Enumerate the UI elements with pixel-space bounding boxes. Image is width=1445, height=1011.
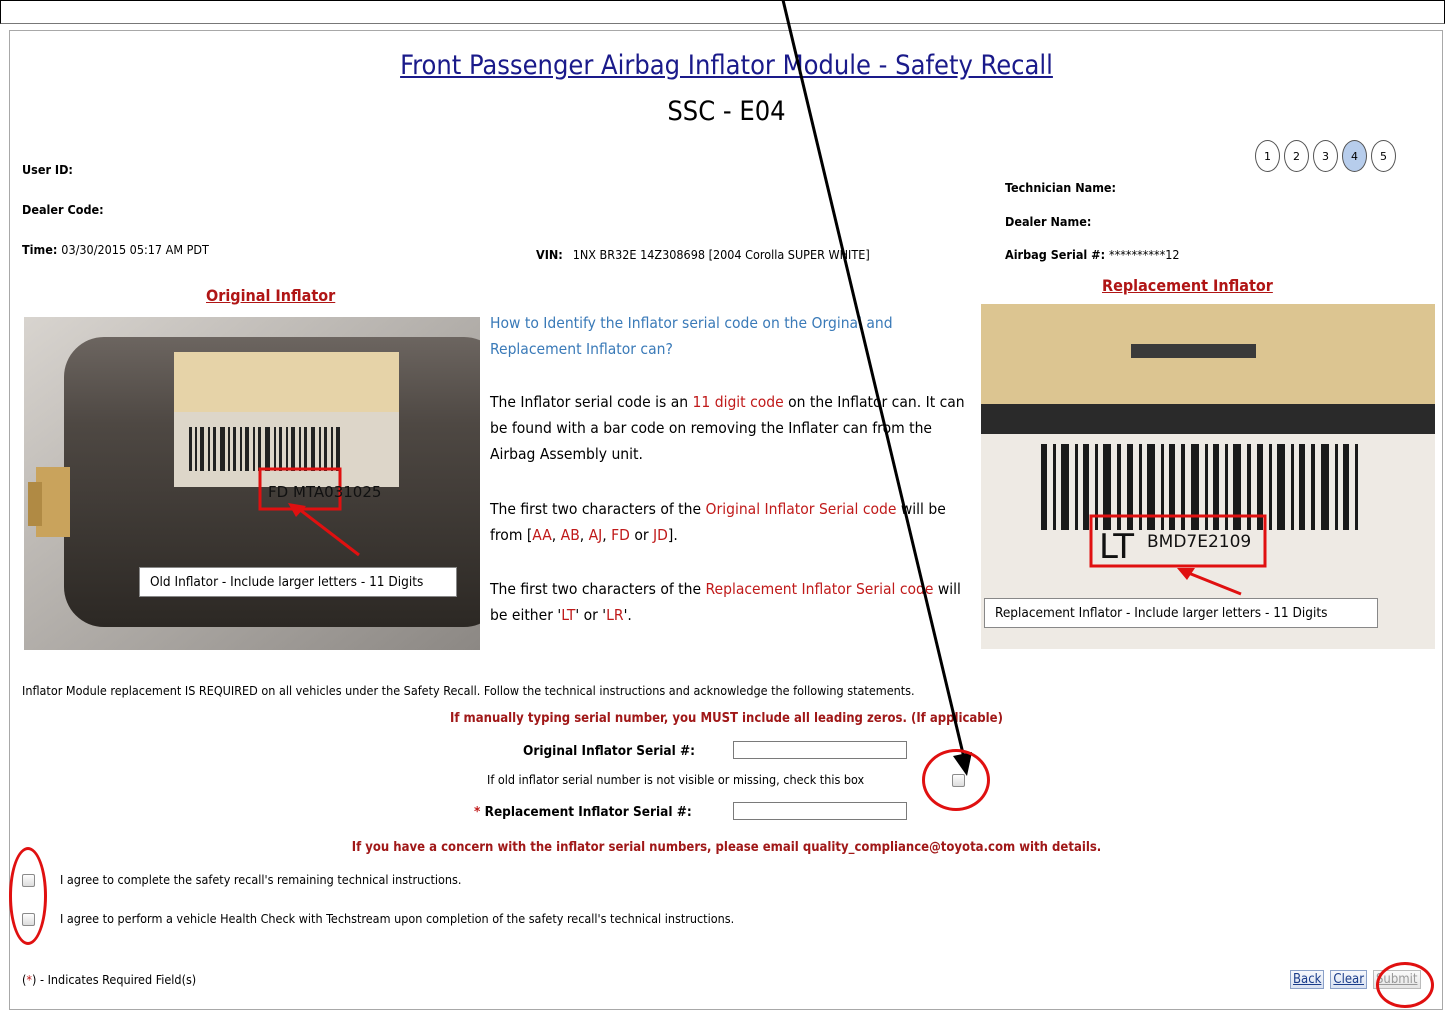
step-5[interactable]: 5 xyxy=(1371,140,1396,172)
back-button[interactable]: Back xyxy=(1290,970,1325,989)
help-question: How to Identify the Inflator serial code… xyxy=(490,314,893,358)
replacement-serial-label: Replacement Inflator Serial #: xyxy=(484,804,692,820)
replacement-inflator-heading: Replacement Inflator xyxy=(1102,276,1273,295)
help-paragraph-3: The first two characters of the Replacem… xyxy=(490,576,970,628)
missing-serial-label: If old inflator serial number is not vis… xyxy=(487,772,865,787)
time-value: 03/30/2015 05:17 AM PDT xyxy=(61,242,209,257)
time-label: Time: xyxy=(22,242,58,257)
replacement-code-prefix: LT xyxy=(1099,527,1134,567)
original-code-text: FD MTA031025 xyxy=(268,483,381,501)
annotation-circle-missing-checkbox xyxy=(922,749,990,811)
annotation-circle-submit xyxy=(1376,962,1434,1008)
step-indicator: 1 2 3 4 5 xyxy=(1255,140,1396,172)
replacement-code-text: BMD7E2109 xyxy=(1147,532,1251,552)
required-note-text: ) - Indicates Required Field(s) xyxy=(32,972,197,987)
required-asterisk: * xyxy=(474,804,481,820)
help-p3-text: The first two characters of the xyxy=(490,580,706,598)
leading-zero-warning: If manually typing serial number, you MU… xyxy=(450,711,1003,726)
help-p1-text: The Inflator serial code is an xyxy=(490,393,693,411)
original-inflator-heading: Original Inflator xyxy=(206,286,336,305)
annotation-ellipse-agree-checkboxes xyxy=(9,847,47,945)
instruction-text: Inflator Module replacement IS REQUIRED … xyxy=(22,683,915,698)
help-p3-or: ' or ' xyxy=(575,606,607,624)
clear-button[interactable]: Clear xyxy=(1330,970,1367,989)
airbag-serial-value: **********12 xyxy=(1109,247,1180,262)
vin-value: 1NX BR32E 14Z308698 [2004 Corolla SUPER … xyxy=(572,247,870,262)
user-id-label: User ID: xyxy=(22,162,73,177)
original-serial-input[interactable] xyxy=(733,741,907,759)
original-inflator-image: FD MTA031025 xyxy=(24,317,480,650)
vin-row: VIN: 1NX BR32E 14Z308698 [2004 Corolla S… xyxy=(536,247,870,262)
help-code-aj: AJ xyxy=(588,526,603,544)
help-code-aa: AA xyxy=(532,526,552,544)
replacement-inflator-photo: LT BMD7E2109 Replacement Inflator - Incl… xyxy=(981,304,1435,649)
help-p1-highlight: 11 digit code xyxy=(692,393,784,411)
help-paragraph-1: The Inflator serial code is an 11 digit … xyxy=(490,389,970,467)
required-field-note: (*) - Indicates Required Field(s) xyxy=(22,972,196,987)
original-inflator-photo: FD MTA031025 Old Inflator - Include larg… xyxy=(24,317,480,650)
help-p3-highlight: Replacement Inflator Serial code xyxy=(705,580,934,598)
help-p2-text-end: ]. xyxy=(667,526,678,544)
help-paragraph-2: The first two characters of the Original… xyxy=(490,500,946,544)
airbag-serial-row: Airbag Serial #: **********12 xyxy=(1005,247,1180,262)
browser-top-strip xyxy=(0,0,1445,24)
step-2[interactable]: 2 xyxy=(1284,140,1309,172)
replacement-serial-label-row: * Replacement Inflator Serial #: xyxy=(474,804,692,820)
original-serial-label: Original Inflator Serial #: xyxy=(523,743,696,759)
agree-health-check-label: I agree to perform a vehicle Health Chec… xyxy=(60,911,735,926)
dealer-code-label: Dealer Code: xyxy=(22,202,104,217)
concern-notice: If you have a concern with the inflator … xyxy=(351,840,1102,855)
help-code-fd: FD xyxy=(611,526,630,544)
help-p2-highlight: Original Inflator Serial code xyxy=(705,500,897,518)
help-code-jd: JD xyxy=(653,526,668,544)
airbag-serial-label: Airbag Serial #: xyxy=(1005,247,1106,262)
page-title: Front Passenger Airbag Inflator Module -… xyxy=(400,50,1053,81)
help-p2-text: The first two characters of the xyxy=(490,500,706,518)
dealer-name-label: Dealer Name: xyxy=(1005,214,1092,229)
step-1[interactable]: 1 xyxy=(1255,140,1280,172)
step-3[interactable]: 3 xyxy=(1313,140,1338,172)
technician-name-label: Technician Name: xyxy=(1005,180,1117,195)
replacement-inflator-caption: Replacement Inflator - Include larger le… xyxy=(984,598,1378,628)
help-code-ab: AB xyxy=(560,526,580,544)
agree-instructions-label: I agree to complete the safety recall's … xyxy=(60,872,462,887)
page-subtitle: SSC - E04 xyxy=(667,96,786,127)
replacement-serial-input[interactable] xyxy=(733,802,907,820)
time-row: Time: 03/30/2015 05:17 AM PDT xyxy=(22,242,209,257)
help-code-lt: LT xyxy=(561,606,576,624)
help-code-lr: LR xyxy=(606,606,624,624)
help-p3-text-end: '. xyxy=(623,606,632,624)
original-inflator-caption: Old Inflator - Include larger letters - … xyxy=(139,567,457,597)
vin-label: VIN: xyxy=(536,247,563,262)
step-4-current[interactable]: 4 xyxy=(1342,140,1367,172)
